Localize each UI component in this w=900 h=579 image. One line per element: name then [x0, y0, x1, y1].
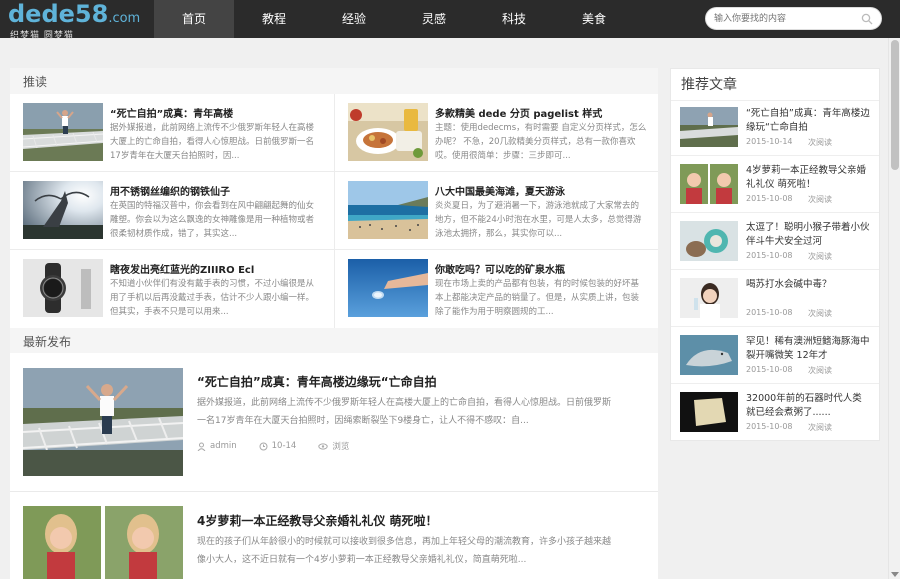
sidebar-thumbnail[interactable] — [680, 278, 738, 318]
recommend-thumbnail[interactable] — [348, 259, 428, 317]
recommend-thumbnail[interactable] — [348, 181, 428, 239]
latest-author[interactable]: admin — [210, 441, 237, 451]
scrollbar-thumb[interactable] — [891, 40, 899, 170]
sidebar-thumbnail[interactable] — [680, 221, 738, 261]
sidebar-thumbnail[interactable] — [680, 392, 738, 432]
recommend-thumbnail[interactable] — [23, 103, 103, 161]
sidebar-title[interactable]: 32000年前的石器时代人类就已经会煮粥了...... — [746, 392, 871, 420]
sidebar-date: 2015-10-08 — [746, 422, 793, 431]
sidebar-title[interactable]: 喝苏打水会碱中毒？ — [746, 278, 871, 306]
sidebar-views: 次阅读 — [808, 423, 832, 432]
recommended-articles-sidebar: 推荐文章 “死亡自拍”成真：青年高楼边缘玩“亡命自拍 2015-10-14 次阅… — [670, 68, 880, 441]
user-icon — [197, 442, 206, 451]
top-header: dede58.com 织梦猫 圆梦猫 首页 教程 经验 灵感 科技 美食 — [0, 0, 900, 41]
nav-tutorial[interactable]: 教程 — [234, 0, 314, 38]
logo-slogan: 织梦猫 圆梦猫 — [10, 31, 74, 41]
sidebar-title[interactable]: “死亡自拍”成真：青年高楼边缘玩“亡命自拍 — [746, 107, 871, 135]
latest-article[interactable]: 4岁萝莉一本正经教导父亲婚礼礼仪 萌死啦！ 现在的孩子们从年龄很小的时候就可以接… — [10, 491, 658, 579]
latest-date: 10-14 — [271, 441, 297, 451]
recommend-item[interactable]: “死亡自拍”成真：青年高楼 据外媒报道，此前网络上流传不少俄罗斯年轻人在高楼大厦… — [10, 94, 334, 172]
recommend-item[interactable]: 八大中国最美海滩，夏天游泳 炎炎夏日，为了避消暑一下，游泳池就成了大家常去的地方… — [334, 172, 658, 250]
latest-desc: 现在的孩子们从年龄很小的时候就可以接收到很多信息，再加上年轻父母的潮流教育，许多… — [197, 537, 612, 565]
recommend-item[interactable]: 用不锈钢丝编织的钢铁仙子 在英国的特福汉普中，你会看到在风中翩翩起舞的仙女雕塑。… — [10, 172, 334, 250]
sidebar-date: 2015-10-08 — [746, 308, 793, 317]
sidebar-article[interactable]: 32000年前的石器时代人类就已经会煮粥了...... 2015-10-08 次… — [671, 384, 879, 441]
recommend-heading: 推读 — [10, 68, 658, 96]
search-box — [705, 7, 882, 30]
sidebar-title[interactable]: 4岁萝莉一本正经教导父亲婚礼礼仪 萌死啦！ — [746, 164, 871, 192]
sidebar-article[interactable]: 4岁萝莉一本正经教导父亲婚礼礼仪 萌死啦！ 2015-10-08 次阅读 — [671, 156, 879, 213]
recommend-title[interactable]: “死亡自拍”成真：青年高楼 — [110, 105, 325, 120]
recommend-title[interactable]: 多款精美 dede 分页 pagelist 样式 — [435, 105, 650, 120]
nav-experience[interactable]: 经验 — [314, 0, 394, 38]
recommend-desc: 现在市场上卖的产品都有包装，有的时候包装的好坏基本上都能决定产品的销量了。但是，… — [435, 279, 640, 317]
sidebar-views: 次阅读 — [808, 252, 832, 261]
recommend-desc: 炎炎夏日，为了避消暑一下，游泳池就成了大家常去的地方，但不能24小时泡在水里，可… — [435, 201, 642, 239]
sidebar-views: 次阅读 — [808, 195, 832, 204]
clock-icon — [259, 442, 268, 450]
recommend-item[interactable]: 多款精美 dede 分页 pagelist 样式 主题：使用dedecms，有时… — [334, 94, 658, 172]
recommend-desc: 在英国的特福汉普中，你会看到在风中翩翩起舞的仙女雕塑。你会以为这么飘逸的女神雕像… — [110, 201, 315, 239]
recommend-title[interactable]: 八大中国最美海滩，夏天游泳 — [435, 183, 650, 198]
sidebar-title[interactable]: 罕见！稀有澳洲短鳍海豚海中裂开嘴微笑 12年才 — [746, 335, 871, 363]
sidebar-heading: 推荐文章 — [671, 69, 879, 101]
page-scrollbar[interactable] — [888, 38, 900, 579]
sidebar-date: 2015-10-08 — [746, 251, 793, 260]
sidebar-title[interactable]: 太逗了！聪明小猴子带着小伙伴斗牛犬安全过河 — [746, 221, 871, 249]
recommend-grid: “死亡自拍”成真：青年高楼 据外媒报道，此前网络上流传不少俄罗斯年轻人在高楼大厦… — [10, 94, 658, 330]
search-icon[interactable] — [861, 13, 873, 25]
sidebar-article[interactable]: 喝苏打水会碱中毒？ 2015-10-08 次阅读 — [671, 270, 879, 327]
nav-inspiration[interactable]: 灵感 — [394, 0, 474, 38]
latest-views: 浏览 — [332, 442, 350, 452]
main-nav: 首页 教程 经验 灵感 科技 美食 — [154, 0, 634, 38]
recommend-thumbnail[interactable] — [23, 181, 103, 239]
sidebar-date: 2015-10-08 — [746, 365, 793, 374]
latest-article[interactable]: “死亡自拍”成真：青年高楼边缘玩“亡命自拍 据外媒报道，此前网络上流传不少俄罗斯… — [10, 353, 658, 491]
recommend-thumbnail[interactable] — [23, 259, 103, 317]
recommend-item[interactable]: 瞎夜发出亮红蓝光的ZIIIRO Ecl 不知道小伙伴们有没有戴手表的习惯，不过小… — [10, 250, 334, 328]
recommend-title[interactable]: 用不锈钢丝编织的钢铁仙子 — [110, 183, 325, 198]
recommend-item[interactable]: 你敢吃吗？可以吃的矿泉水瓶 现在市场上卖的产品都有包装，有的时候包装的好坏基本上… — [334, 250, 658, 328]
latest-title[interactable]: 4岁萝莉一本正经教导父亲婚礼礼仪 萌死啦！ — [197, 512, 438, 529]
sidebar-article[interactable]: 罕见！稀有澳洲短鳍海豚海中裂开嘴微笑 12年才 2015-10-08 次阅读 — [671, 327, 879, 384]
sidebar-thumbnail[interactable] — [680, 335, 738, 375]
sidebar-article[interactable]: “死亡自拍”成真：青年高楼边缘玩“亡命自拍 2015-10-14 次阅读 — [671, 99, 879, 156]
recommend-desc: 主题：使用dedecms，有时需要 自定义分页样式，怎么办呢？ 不急，20几款精… — [435, 123, 647, 161]
latest-desc: 据外媒报道，此前网络上流传不少俄罗斯年轻人在高楼大厦上的亡命自拍，看得人心惊胆战… — [197, 398, 612, 426]
latest-thumbnail[interactable] — [23, 368, 183, 476]
sidebar-views: 次阅读 — [808, 309, 832, 318]
recommend-title[interactable]: 你敢吃吗？可以吃的矿泉水瓶 — [435, 261, 650, 276]
nav-food[interactable]: 美食 — [554, 0, 634, 38]
logo-text: dede58 — [8, 0, 109, 28]
sidebar-views: 次阅读 — [808, 138, 832, 147]
recommend-thumbnail[interactable] — [348, 103, 428, 161]
nav-home[interactable]: 首页 — [154, 0, 234, 38]
recommend-desc: 据外媒报道，此前网络上流传不少俄罗斯年轻人在高楼大厦上的亡命自拍，看得人心惊胆战… — [110, 123, 315, 161]
search-input[interactable] — [714, 11, 859, 27]
sidebar-date: 2015-10-14 — [746, 137, 793, 146]
latest-title[interactable]: “死亡自拍”成真：青年高楼边缘玩“亡命自拍 — [197, 373, 437, 390]
logo-domain: .com — [108, 11, 141, 26]
latest-heading: 最新发布 — [10, 328, 658, 356]
sidebar-views: 次阅读 — [808, 366, 832, 375]
sidebar-thumbnail[interactable] — [680, 164, 738, 204]
latest-meta: admin 10-14 浏览 — [197, 440, 371, 452]
nav-tech[interactable]: 科技 — [474, 0, 554, 38]
eye-icon — [318, 442, 329, 450]
recommend-desc: 不知道小伙伴们有没有戴手表的习惯，不过小编很是从用了手机以后再没戴过手表，估计不… — [110, 279, 315, 317]
recommend-title[interactable]: 瞎夜发出亮红蓝光的ZIIIRO Ecl — [110, 261, 325, 276]
sidebar-date: 2015-10-08 — [746, 194, 793, 203]
sidebar-article[interactable]: 太逗了！聪明小猴子带着小伙伴斗牛犬安全过河 2015-10-08 次阅读 — [671, 213, 879, 270]
latest-thumbnail[interactable] — [23, 506, 183, 579]
scroll-down-arrow-icon[interactable] — [891, 572, 899, 577]
site-logo[interactable]: dede58.com 织梦猫 圆梦猫 — [8, 0, 141, 41]
sidebar-thumbnail[interactable] — [680, 107, 738, 147]
